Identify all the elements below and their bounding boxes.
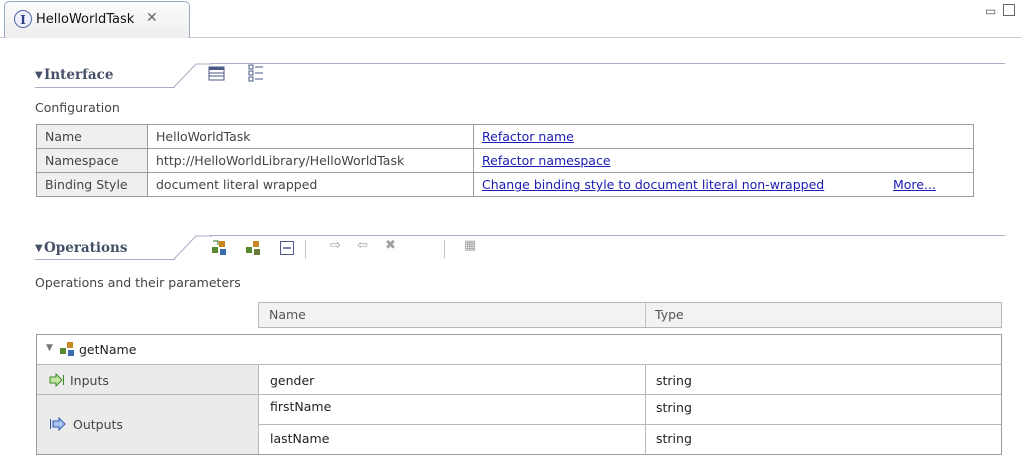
operations-section-title: Operations xyxy=(44,240,128,256)
config-row-binding-style: Binding Style document literal wrapped C… xyxy=(36,172,974,197)
collapse-all-icon[interactable] xyxy=(279,240,297,258)
column-header-type[interactable]: Type xyxy=(655,307,684,322)
config-key: Namespace xyxy=(36,148,148,173)
operations-section-header[interactable]: ▼ Operations xyxy=(35,238,185,260)
expand-twistie-icon[interactable]: ▼ xyxy=(46,343,53,353)
collapse-twistie-icon: ▼ xyxy=(35,70,43,81)
cell-divider xyxy=(258,365,259,454)
operation-icon xyxy=(60,342,74,356)
inputs-label-cell[interactable]: Inputs xyxy=(37,365,258,394)
operation-row[interactable]: ▼ getName xyxy=(37,335,1001,364)
input-param-name[interactable]: gender xyxy=(270,373,314,388)
input-param-type[interactable]: string xyxy=(656,373,692,388)
configuration-table: Name HelloWorldTask Refactor name Namesp… xyxy=(36,124,974,197)
operations-table-header: Name Type xyxy=(258,302,1002,328)
add-fault-icon[interactable]: ✖ xyxy=(385,238,396,253)
interface-icon: I xyxy=(14,10,32,28)
interface-section-underline xyxy=(35,87,175,88)
config-row-namespace: Namespace http://HelloWorldLibrary/Hello… xyxy=(36,148,974,173)
maximize-icon[interactable] xyxy=(1003,4,1015,16)
config-value: document literal wrapped xyxy=(147,172,474,197)
output-param-name[interactable]: firstName xyxy=(270,399,331,414)
config-extra-cell xyxy=(885,148,974,173)
column-divider xyxy=(645,303,646,327)
outputs-label: Outputs xyxy=(73,417,123,432)
section-tab-edge xyxy=(173,235,212,260)
interface-section-description: Configuration xyxy=(35,100,120,115)
table-view-icon[interactable] xyxy=(208,66,226,82)
editor-tab[interactable]: I HelloWorldTask ✕ xyxy=(4,1,190,38)
input-icon xyxy=(49,373,64,387)
config-link-cell: Change binding style to document literal… xyxy=(473,172,885,197)
inputs-label: Inputs xyxy=(70,373,109,388)
tree-view-icon[interactable] xyxy=(248,64,266,82)
add-output-icon[interactable]: ⇦ xyxy=(357,238,368,253)
interface-section-rule xyxy=(210,63,1005,64)
config-link-cell: Refactor name xyxy=(473,124,885,149)
interface-section-header[interactable]: ▼ Interface xyxy=(35,65,185,87)
config-extra-cell: More... xyxy=(885,172,974,197)
operations-section-description: Operations and their parameters xyxy=(35,275,241,290)
config-link-cell: Refactor namespace xyxy=(473,148,885,173)
config-value: HelloWorldTask xyxy=(147,124,474,149)
section-tab-edge xyxy=(173,63,212,88)
outputs-label-cell[interactable]: Outputs xyxy=(37,395,258,454)
config-extra-cell xyxy=(885,124,974,149)
more-link[interactable]: More... xyxy=(893,177,936,192)
operations-table: ▼ getName Inputs gender string Outputs f… xyxy=(36,334,1002,455)
config-key: Name xyxy=(36,124,148,149)
add-request-response-operation-icon[interactable] xyxy=(210,238,230,258)
operations-section-rule xyxy=(210,235,1005,236)
operation-name: getName xyxy=(79,342,137,357)
config-key: Binding Style xyxy=(36,172,148,197)
add-input-icon[interactable]: ⇨ xyxy=(330,238,341,253)
interface-section-title: Interface xyxy=(44,67,114,83)
change-binding-style-link[interactable]: Change binding style to document literal… xyxy=(482,177,824,192)
toolbar-separator xyxy=(305,240,306,258)
tab-title: HelloWorldTask xyxy=(36,12,135,27)
row-divider xyxy=(259,424,1001,425)
refactor-namespace-link[interactable]: Refactor namespace xyxy=(482,153,611,168)
collapse-twistie-icon: ▼ xyxy=(35,243,43,254)
refactor-name-link[interactable]: Refactor name xyxy=(482,129,574,144)
add-one-way-operation-icon[interactable] xyxy=(244,238,264,258)
output-param-type[interactable]: string xyxy=(656,400,692,415)
cell-divider xyxy=(645,365,646,454)
output-param-name[interactable]: lastName xyxy=(270,431,329,446)
close-icon[interactable]: ✕ xyxy=(146,10,158,26)
toolbar-separator xyxy=(444,240,445,258)
config-value: http://HelloWorldLibrary/HelloWorldTask xyxy=(147,148,474,173)
minimize-icon[interactable]: ▭ xyxy=(985,4,996,18)
delete-icon[interactable]: ▦ xyxy=(464,238,476,253)
operations-section-underline xyxy=(35,259,175,260)
config-row-name: Name HelloWorldTask Refactor name xyxy=(36,124,974,149)
column-header-name[interactable]: Name xyxy=(269,307,306,322)
output-param-type[interactable]: string xyxy=(656,431,692,446)
output-icon xyxy=(50,417,66,431)
